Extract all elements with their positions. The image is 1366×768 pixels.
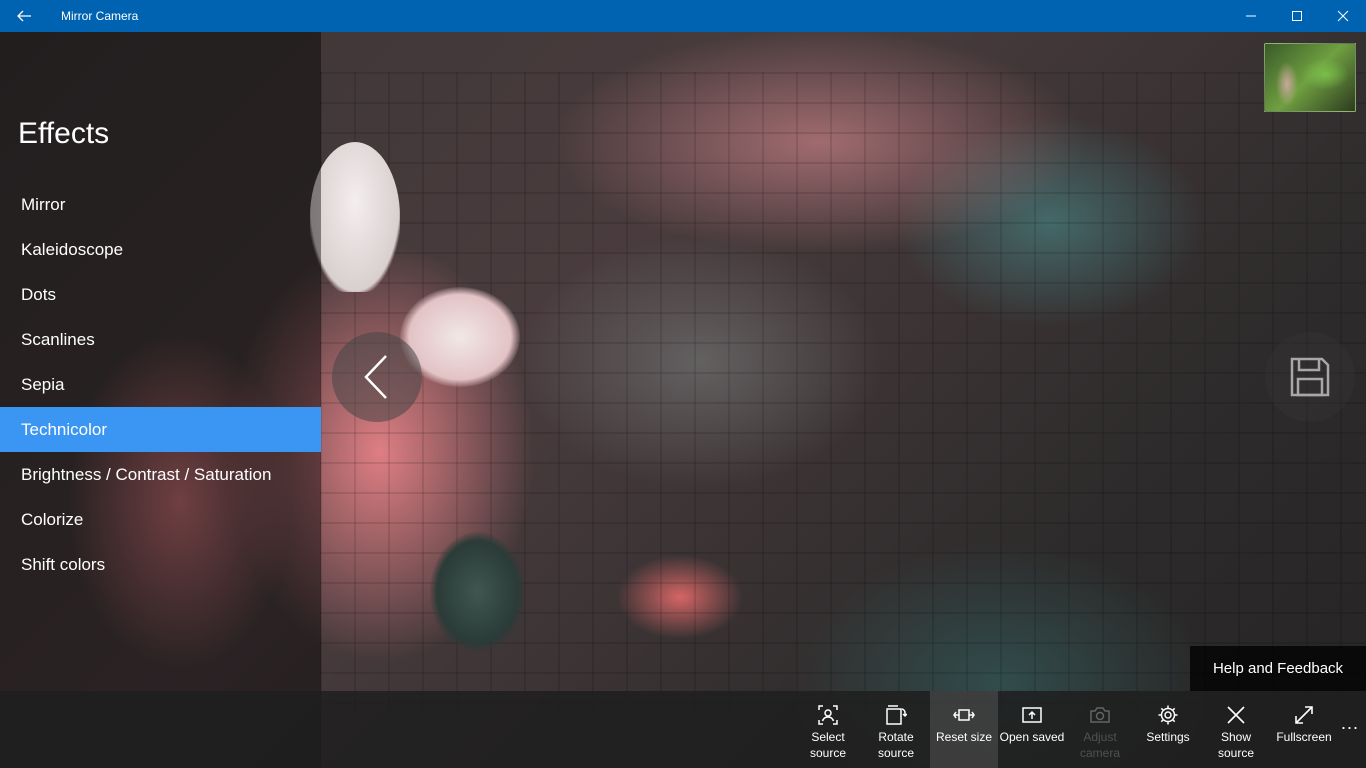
effect-item-mirror[interactable]: Mirror [0,182,321,227]
reset-size-button[interactable]: Reset size [930,691,998,768]
more-options-button[interactable]: ... [1338,691,1362,768]
window-title: Mirror Camera [61,9,139,23]
save-icon [1289,356,1331,398]
maximize-icon [1291,10,1303,22]
effect-item-kaleidoscope[interactable]: Kaleidoscope [0,227,321,272]
save-button[interactable] [1265,332,1355,422]
fullscreen-label: Fullscreen [1276,730,1332,744]
minimize-icon [1245,10,1257,22]
open-saved-icon [1021,704,1043,726]
effect-item-colorize[interactable]: Colorize [0,497,321,542]
previous-effect-button[interactable] [332,332,422,422]
back-arrow-icon [16,8,32,24]
effects-pane: Effects Mirror Kaleidoscope Dots Scanlin… [0,32,321,768]
rotate-source-label: Rotate source [877,730,915,760]
help-label: Help and Feedback [1212,660,1344,677]
open-saved-button[interactable]: Open saved [998,691,1066,768]
close-icon [1337,10,1349,22]
adjust-camera-button[interactable]: Adjust camera [1066,691,1134,768]
show-source-button[interactable]: Show source [1202,691,1270,768]
effect-item-technicolor[interactable]: Technicolor [0,407,321,452]
adjust-camera-label: Adjust camera [1079,730,1120,760]
last-saved-thumbnail[interactable] [1264,43,1356,112]
minimize-button[interactable] [1228,0,1274,32]
close-button[interactable] [1320,0,1366,32]
effects-title: Effects [18,117,110,150]
camera-subject-snout [430,532,525,652]
fullscreen-button[interactable]: Fullscreen [1270,691,1338,768]
settings-button[interactable]: Settings [1134,691,1202,768]
close-icon [1225,704,1247,726]
help-and-feedback-button[interactable]: Help and Feedback [1190,646,1366,691]
camera-subject-ear [310,142,400,292]
fullscreen-icon [1293,704,1315,726]
effect-item-scanlines[interactable]: Scanlines [0,317,321,362]
open-saved-label: Open saved [999,730,1065,744]
reset-size-label: Reset size [935,730,993,744]
select-source-button[interactable]: Select source [794,691,862,768]
chevron-left-icon [362,354,392,400]
command-bar: Select source Rotate source Reset size O… [0,691,1366,768]
settings-label: Settings [1146,730,1190,744]
maximize-button[interactable] [1274,0,1320,32]
rotate-icon [885,704,907,726]
effect-item-brightness-contrast-saturation[interactable]: Brightness / Contrast / Saturation [0,452,321,497]
effect-item-shift-colors[interactable]: Shift colors [0,542,321,587]
title-bar: Mirror Camera [0,0,1366,32]
camera-icon [1089,704,1111,726]
select-source-label: Select source [809,730,847,760]
effect-item-dots[interactable]: Dots [0,272,321,317]
reset-size-icon [953,704,975,726]
effect-item-sepia[interactable]: Sepia [0,362,321,407]
rotate-source-button[interactable]: Rotate source [862,691,930,768]
gear-icon [1157,704,1179,726]
show-source-label: Show source [1217,730,1255,760]
select-source-icon [817,704,839,726]
back-button[interactable] [0,0,48,32]
effects-list: Mirror Kaleidoscope Dots Scanlines Sepia… [0,182,321,587]
